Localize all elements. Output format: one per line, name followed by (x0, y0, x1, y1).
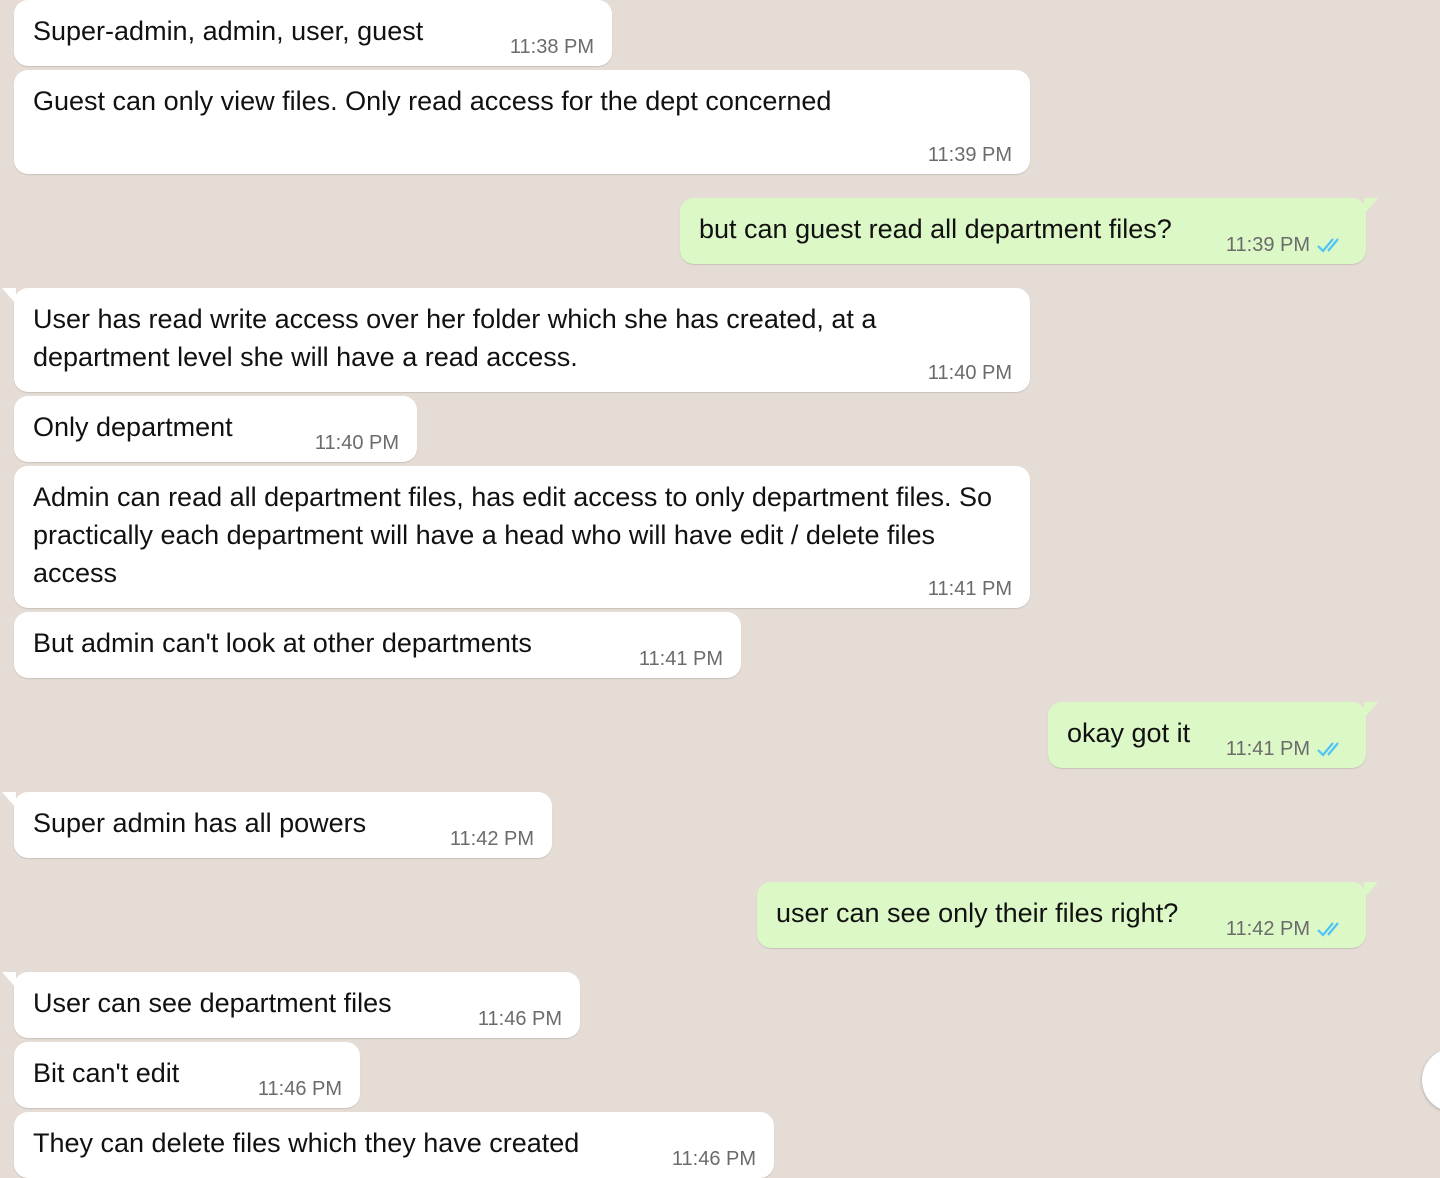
message-bubble-incoming[interactable]: Bit can't edit 11:46 PM (14, 1042, 360, 1108)
message-time: 11:41 PM (927, 578, 1012, 600)
message-bubble-outgoing[interactable]: but can guest read all department files?… (680, 198, 1378, 264)
message-time: 11:38 PM (509, 36, 594, 58)
message-bubble-outgoing[interactable]: user can see only their files right? 11:… (757, 882, 1378, 948)
read-double-check-icon (1317, 922, 1339, 937)
message-time: 11:42 PM (1225, 918, 1310, 940)
message-time: 11:41 PM (1225, 738, 1310, 760)
message-bubble-incoming[interactable]: Super admin has all powers 11:42 PM (2, 792, 552, 858)
message-bubble-incoming[interactable]: Super-admin, admin, user, guest 11:38 PM (14, 0, 612, 66)
bubble-tail (2, 972, 16, 988)
bubble-tail (2, 288, 16, 304)
message-bubble-incoming[interactable]: User can see department files 11:46 PM (2, 972, 580, 1038)
message-time: 11:41 PM (638, 648, 723, 670)
message-text: Guest can only view files. Only read acc… (33, 86, 832, 116)
message-text: User has read write access over her fold… (33, 304, 877, 372)
bubble-tail (1364, 198, 1378, 214)
message-time: 11:42 PM (449, 828, 534, 850)
message-bubble-incoming[interactable]: Guest can only view files. Only read acc… (14, 70, 1030, 174)
message-time: 11:40 PM (314, 432, 399, 454)
message-bubble-incoming[interactable]: Admin can read all department files, has… (14, 466, 1030, 608)
message-time: 11:46 PM (671, 1148, 756, 1170)
message-text: But admin can't look at other department… (33, 628, 532, 658)
message-bubble-incoming[interactable]: But admin can't look at other department… (14, 612, 741, 678)
bubble-tail (1364, 702, 1378, 718)
bubble-tail (1364, 882, 1378, 898)
bubble-tail (2, 792, 16, 808)
message-text: They can delete files which they have cr… (33, 1128, 580, 1158)
message-bubble-incoming[interactable]: Only department 11:40 PM (14, 396, 417, 462)
message-text: Admin can read all department files, has… (33, 482, 993, 588)
message-bubble-incoming[interactable]: User has read write access over her fold… (2, 288, 1030, 392)
message-time: 11:46 PM (257, 1078, 342, 1100)
chat-message-list[interactable]: Super-admin, admin, user, guest 11:38 PM… (0, 0, 1440, 1178)
message-time: 11:46 PM (477, 1008, 562, 1030)
read-double-check-icon (1317, 742, 1339, 757)
message-time: 11:40 PM (927, 362, 1012, 384)
message-bubble-incoming[interactable]: They can delete files which they have cr… (14, 1112, 774, 1178)
read-double-check-icon (1317, 238, 1339, 253)
message-time: 11:39 PM (927, 144, 1012, 166)
message-bubble-outgoing[interactable]: okay got it 11:41 PM (1048, 702, 1378, 768)
message-time: 11:39 PM (1225, 234, 1310, 256)
